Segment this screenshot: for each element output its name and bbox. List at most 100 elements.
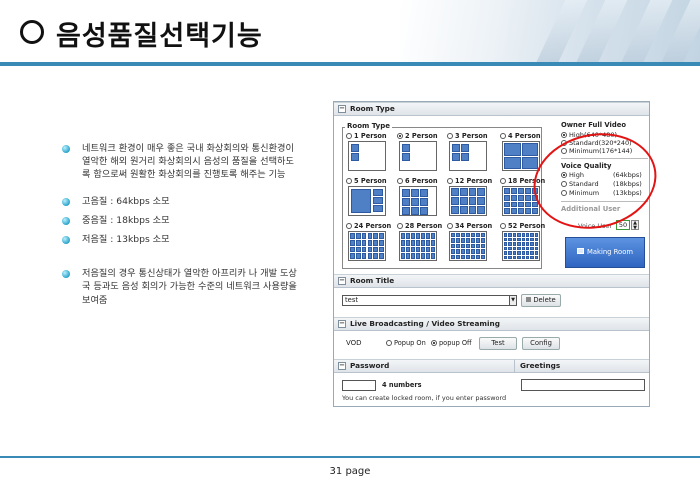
- layout-tile: [468, 188, 477, 196]
- layout-tile: [532, 208, 538, 214]
- room-type-option[interactable]: 12 Person: [447, 177, 492, 185]
- radio-icon[interactable]: [397, 133, 403, 139]
- collapse-icon[interactable]: −: [338, 362, 346, 370]
- config-button[interactable]: Config: [522, 337, 560, 350]
- making-room-button[interactable]: Making Room: [565, 237, 645, 268]
- radio-icon[interactable]: [397, 178, 403, 184]
- layout-tile: [521, 246, 525, 250]
- layout-tile: [361, 246, 367, 253]
- test-button[interactable]: Test: [479, 337, 517, 350]
- room-title-header[interactable]: − Room Title: [334, 274, 649, 288]
- delete-button[interactable]: Delete: [521, 294, 561, 307]
- room-type-option[interactable]: 5 Person: [346, 177, 387, 185]
- radio-icon[interactable]: [561, 132, 567, 138]
- layout-tile: [367, 233, 373, 239]
- layout-tile: [373, 239, 379, 246]
- layout-tile: [466, 243, 470, 249]
- radio-icon[interactable]: [500, 133, 506, 139]
- layout-tile: [379, 246, 384, 253]
- room-type-option[interactable]: 1 Person: [346, 132, 387, 140]
- greetings-input[interactable]: [521, 379, 645, 391]
- radio-icon[interactable]: [447, 133, 453, 139]
- layout-tile: [456, 243, 460, 249]
- layout-tile: [512, 233, 517, 237]
- room-layout-thumbnail[interactable]: [348, 231, 386, 261]
- layout-tile: [534, 233, 538, 237]
- layout-tile: [476, 254, 480, 259]
- layout-tile: [504, 188, 510, 194]
- layout-tile: [361, 239, 367, 246]
- room-type-option[interactable]: 34 Person: [447, 222, 492, 230]
- bullet-dot-icon: [62, 236, 70, 245]
- layout-tile: [451, 233, 455, 238]
- password-input[interactable]: [342, 380, 376, 391]
- popup-off-option[interactable]: popup Off: [431, 339, 472, 347]
- radio-icon[interactable]: [447, 178, 453, 184]
- layout-tile: [406, 239, 410, 246]
- dropdown-arrow-icon[interactable]: ▼: [509, 295, 517, 306]
- room-layout-thumbnail[interactable]: [399, 231, 437, 261]
- layout-tile: [508, 246, 512, 250]
- radio-icon[interactable]: [431, 340, 437, 346]
- radio-icon[interactable]: [500, 223, 506, 229]
- layout-tile: [411, 189, 419, 197]
- room-layout-thumbnail[interactable]: [348, 186, 386, 216]
- collapse-icon[interactable]: −: [338, 105, 346, 113]
- layout-tile: [420, 207, 428, 215]
- layout-tile: [421, 239, 425, 246]
- layout-tile: [525, 208, 531, 214]
- layout-tile: [420, 198, 428, 206]
- title-decoration: [400, 0, 700, 66]
- layout-tile: [504, 242, 508, 246]
- layout-tile: [367, 246, 373, 253]
- layout-tile: [511, 208, 517, 214]
- radio-icon[interactable]: [500, 178, 506, 184]
- room-title-input[interactable]: test: [342, 295, 510, 306]
- room-layout-thumbnail[interactable]: [449, 231, 487, 261]
- room-type-option[interactable]: 28 Person: [397, 222, 442, 230]
- layout-tile: [406, 253, 410, 259]
- collapse-icon[interactable]: −: [338, 320, 346, 328]
- room-icon: [577, 248, 584, 254]
- room-type-option[interactable]: 6 Person: [397, 177, 438, 185]
- greetings-header: Greetings: [514, 359, 649, 373]
- layout-tile: [420, 189, 428, 197]
- password-header[interactable]: − Password: [334, 359, 514, 373]
- live-broadcasting-header[interactable]: − Live Broadcasting / Video Streaming: [334, 317, 649, 331]
- layout-tile: [518, 208, 524, 214]
- radio-icon[interactable]: [397, 223, 403, 229]
- room-type-header[interactable]: − Room Type: [334, 102, 649, 116]
- room-layout-thumbnail[interactable]: [502, 231, 540, 261]
- layout-tile: [481, 243, 485, 249]
- room-layout-thumbnail[interactable]: [399, 141, 437, 171]
- layout-tile: [402, 189, 410, 197]
- room-layout-thumbnail[interactable]: [449, 186, 487, 216]
- room-type-option[interactable]: 2 Person: [397, 132, 438, 140]
- layout-tile: [431, 239, 435, 246]
- radio-icon[interactable]: [346, 178, 352, 184]
- layout-tile: [355, 246, 361, 253]
- room-layout-thumbnail[interactable]: [449, 141, 487, 171]
- room-type-option[interactable]: 3 Person: [447, 132, 488, 140]
- layout-tile: [466, 238, 470, 243]
- layout-tile: [451, 243, 455, 249]
- room-type-option[interactable]: 4 Person: [500, 132, 541, 140]
- radio-icon[interactable]: [447, 223, 453, 229]
- room-type-option[interactable]: 52 Person: [500, 222, 545, 230]
- layout-tile: [504, 251, 508, 255]
- layout-tile: [452, 153, 460, 161]
- layout-tile: [471, 233, 475, 238]
- room-type-option[interactable]: 24 Person: [346, 222, 391, 230]
- collapse-icon[interactable]: −: [338, 277, 346, 285]
- room-layout-thumbnail[interactable]: [348, 141, 386, 171]
- room-layout-thumbnail[interactable]: [399, 186, 437, 216]
- layout-tile: [451, 188, 459, 196]
- radio-icon[interactable]: [346, 223, 352, 229]
- spinner-icon[interactable]: ▲ ▼: [631, 220, 639, 231]
- radio-icon[interactable]: [386, 340, 392, 346]
- popup-on-option[interactable]: Popup On: [386, 339, 426, 347]
- layout-tile: [504, 246, 508, 250]
- room-layout-thumbnail[interactable]: [502, 141, 540, 171]
- radio-icon[interactable]: [346, 133, 352, 139]
- layout-tile: [512, 242, 517, 246]
